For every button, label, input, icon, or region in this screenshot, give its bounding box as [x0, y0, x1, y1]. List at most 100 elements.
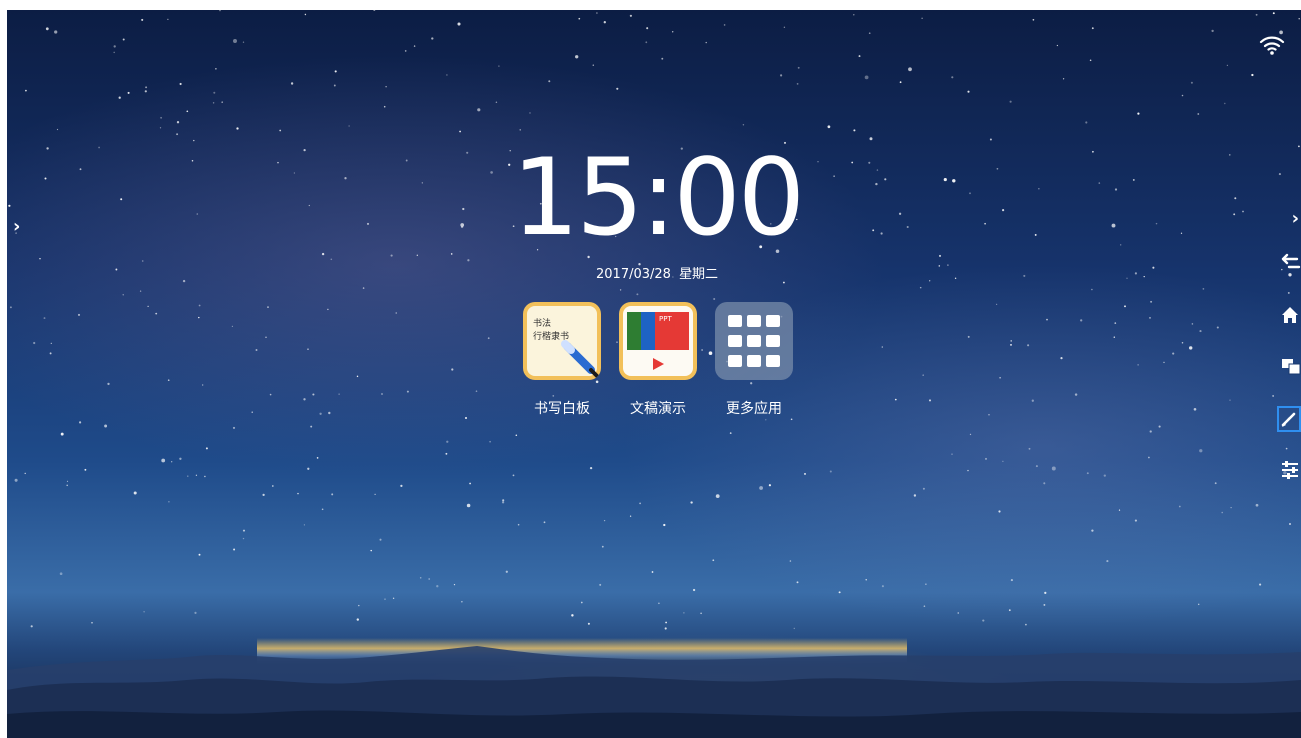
- star: [1114, 322, 1117, 324]
- left-edge-expand-arrow[interactable]: ›: [13, 218, 20, 236]
- star: [236, 127, 239, 130]
- star: [943, 178, 947, 182]
- app-label-whiteboard: 书写白板: [534, 401, 590, 417]
- star: [466, 503, 471, 508]
- star: [77, 313, 81, 316]
- star: [1056, 44, 1059, 47]
- star: [179, 82, 182, 86]
- star: [487, 337, 490, 340]
- star: [167, 18, 169, 21]
- star: [876, 169, 879, 171]
- star: [995, 303, 998, 306]
- star: [461, 601, 463, 603]
- star: [616, 87, 619, 90]
- star: [1103, 474, 1106, 477]
- star: [366, 222, 370, 225]
- star: [122, 294, 124, 296]
- star: [982, 619, 985, 622]
- star: [938, 254, 942, 257]
- star: [231, 325, 234, 328]
- app-whiteboard[interactable]: 书法 行楷隶书 书写白板: [517, 302, 607, 418]
- star: [1285, 447, 1288, 450]
- star: [1137, 112, 1140, 115]
- star: [571, 614, 574, 617]
- settings-sliders-icon[interactable]: [1279, 458, 1301, 480]
- app-label-presentation: 文稿演示: [630, 401, 686, 417]
- star: [373, 10, 376, 12]
- star: [321, 252, 325, 256]
- star: [1255, 13, 1258, 16]
- star: [1092, 150, 1094, 153]
- screen-display-icon[interactable]: [1279, 356, 1301, 378]
- star: [331, 493, 334, 496]
- star: [308, 204, 310, 207]
- star: [1062, 78, 1065, 80]
- star: [107, 382, 110, 386]
- star: [115, 268, 118, 271]
- star: [161, 458, 166, 463]
- star: [1188, 346, 1193, 350]
- star: [868, 161, 871, 164]
- back-icon[interactable]: [1279, 252, 1301, 274]
- star: [198, 304, 201, 307]
- star: [881, 585, 884, 588]
- star: [159, 127, 162, 129]
- star: [817, 161, 819, 163]
- star: [459, 130, 462, 133]
- app-more-apps[interactable]: 更多应用: [709, 302, 799, 418]
- star: [400, 484, 403, 488]
- presentation-icon[interactable]: PPT: [619, 302, 697, 380]
- star: [1091, 288, 1093, 291]
- star: [446, 74, 448, 76]
- more-apps-grid-icon[interactable]: [715, 302, 793, 380]
- star: [908, 67, 912, 72]
- star: [269, 393, 272, 396]
- annotate-pen-icon[interactable]: [1277, 406, 1301, 432]
- star: [1027, 344, 1030, 347]
- star: [1193, 407, 1197, 411]
- star: [1132, 178, 1135, 181]
- star: [215, 68, 217, 70]
- star: [251, 411, 253, 413]
- star: [176, 133, 179, 136]
- star: [938, 265, 941, 267]
- star: [580, 601, 583, 604]
- star: [913, 494, 917, 497]
- star: [54, 30, 58, 34]
- star: [416, 254, 418, 256]
- star: [60, 432, 64, 436]
- star: [951, 76, 954, 79]
- star: [501, 501, 505, 504]
- star: [1009, 100, 1012, 103]
- star: [1199, 330, 1202, 333]
- star: [303, 398, 306, 401]
- star: [66, 484, 68, 487]
- star: [464, 416, 468, 420]
- star: [671, 31, 674, 33]
- star: [333, 84, 336, 87]
- wifi-icon[interactable]: [1259, 32, 1285, 58]
- star: [1074, 393, 1078, 396]
- star: [589, 466, 593, 470]
- right-edge-expand-arrow[interactable]: ›: [1292, 210, 1299, 228]
- star: [379, 538, 382, 541]
- star: [1191, 323, 1194, 325]
- ppt-label: PPT: [659, 315, 672, 323]
- star: [356, 618, 359, 621]
- star: [49, 352, 52, 355]
- star: [460, 223, 465, 227]
- star: [462, 207, 465, 211]
- star: [498, 65, 500, 67]
- home-icon[interactable]: [1279, 304, 1301, 326]
- whiteboard-icon[interactable]: 书法 行楷隶书: [523, 302, 601, 380]
- star: [1221, 511, 1223, 514]
- star: [1118, 509, 1121, 511]
- star: [118, 96, 121, 99]
- star: [212, 102, 215, 104]
- app-presentation[interactable]: PPT 文稿演示: [613, 302, 703, 418]
- star: [395, 312, 397, 314]
- star: [381, 393, 383, 395]
- star: [998, 510, 1001, 513]
- star: [384, 598, 386, 600]
- star: [451, 368, 454, 371]
